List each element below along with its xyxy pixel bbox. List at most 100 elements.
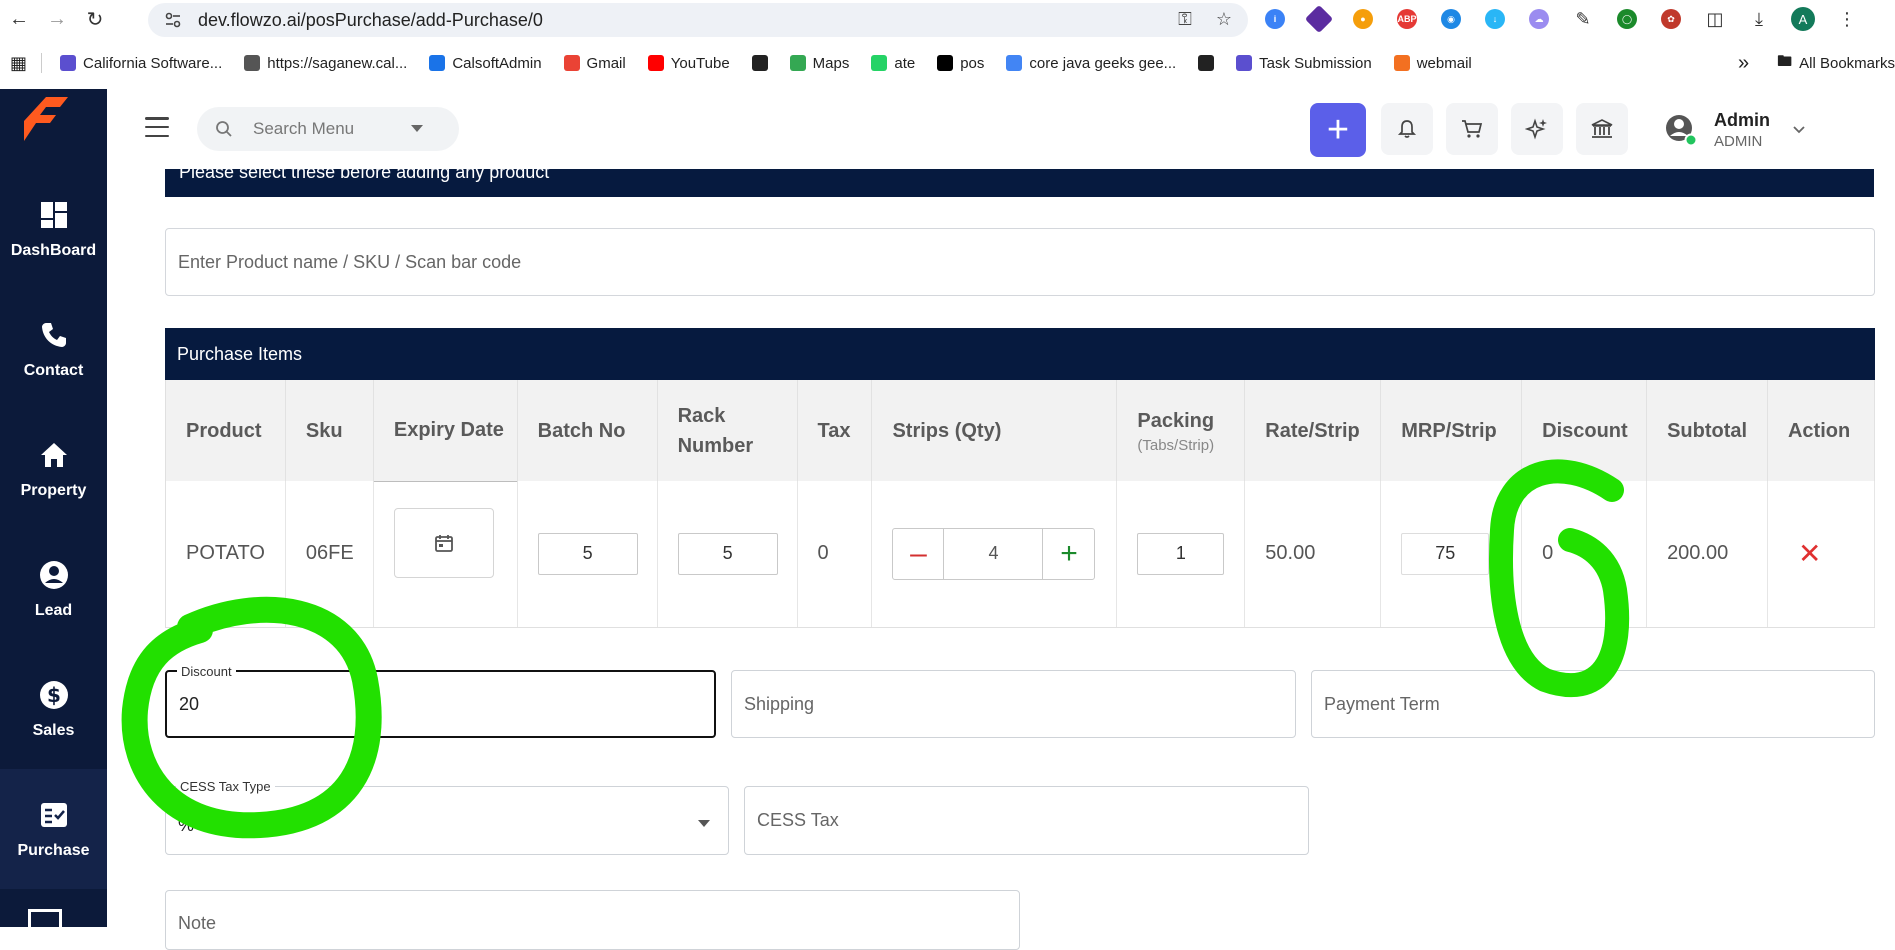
discount-field[interactable]: Discount 20: [165, 664, 716, 738]
rack-number-input[interactable]: 5: [677, 532, 778, 575]
flowzo-logo: [24, 97, 68, 141]
bookmark-item[interactable]: [751, 55, 768, 71]
bookmark-item[interactable]: [1198, 55, 1215, 71]
cess-tax-placeholder: CESS Tax: [757, 810, 839, 830]
bank-icon[interactable]: [1576, 103, 1628, 155]
discount-label: Discount: [177, 664, 236, 679]
batch-no-input[interactable]: 5: [537, 532, 638, 575]
sidebar-item-property[interactable]: Property: [0, 409, 107, 529]
decrement-button[interactable]: –: [893, 529, 943, 579]
packing-input[interactable]: 1: [1137, 532, 1225, 575]
product-search-input[interactable]: Enter Product name / SKU / Scan bar code: [165, 228, 1875, 296]
bookmark-item[interactable]: YouTube: [647, 55, 730, 72]
cell-product: POTATO: [165, 481, 286, 628]
payment-term-field[interactable]: Payment Term: [1311, 670, 1875, 738]
bookmark-label: Gmail: [586, 54, 626, 72]
hamburger-menu-icon[interactable]: [145, 117, 169, 137]
menu-icon[interactable]: ⋮: [1832, 4, 1862, 34]
bookmark-label: core java geeks gee...: [1029, 54, 1177, 72]
extension-icon[interactable]: ◯: [1612, 4, 1642, 34]
search-menu[interactable]: Search Menu: [197, 107, 459, 151]
column-header: Batch No: [517, 380, 658, 481]
chevron-down-icon[interactable]: [1792, 125, 1806, 135]
increment-button[interactable]: +: [1043, 529, 1094, 579]
bookmark-item[interactable]: ate: [871, 55, 915, 72]
column-header: Rack Number: [657, 380, 798, 481]
sidebar-item-purchase[interactable]: Purchase: [0, 769, 107, 889]
site-settings-icon[interactable]: [162, 9, 184, 31]
sparkle-ai-icon[interactable]: [1511, 103, 1563, 155]
puzzle-icon[interactable]: ◫: [1700, 4, 1730, 34]
column-header-label: Packing: [1137, 409, 1215, 432]
bookmark-star-icon[interactable]: ☆: [1216, 9, 1232, 30]
profile-avatar[interactable]: A: [1788, 4, 1818, 34]
sidebar-item-lead[interactable]: Lead: [0, 529, 107, 649]
bookmark-favicon-icon: [751, 55, 768, 71]
cell-packing: 1: [1116, 481, 1246, 628]
bookmark-favicon-icon: [937, 55, 954, 71]
bookmark-favicon-icon: [647, 55, 664, 71]
bookmark-item[interactable]: Maps: [789, 55, 849, 72]
column-header-label: Product: [186, 419, 262, 442]
bookmark-favicon-icon: [1393, 55, 1410, 71]
product-search-placeholder: Enter Product name / SKU / Scan bar code: [178, 251, 522, 272]
sidebar-item-dashboard[interactable]: DashBoard: [0, 169, 107, 289]
reload-icon[interactable]: ↻: [76, 0, 114, 38]
bookmark-item[interactable]: webmail: [1393, 55, 1472, 72]
bookmark-item[interactable]: https://saganew.cal...: [244, 55, 407, 72]
note-field[interactable]: Note: [165, 890, 1020, 950]
cess-tax-type-select[interactable]: CESS Tax Type %: [165, 779, 729, 855]
extension-icon[interactable]: [1304, 4, 1334, 34]
shipping-field[interactable]: Shipping: [731, 670, 1296, 738]
checklist-icon: [37, 798, 71, 832]
extension-icon[interactable]: ☁: [1524, 4, 1554, 34]
notifications-bell-icon[interactable]: [1381, 103, 1433, 155]
mrp-input[interactable]: 75: [1401, 532, 1490, 575]
cess-tax-field[interactable]: CESS Tax: [744, 786, 1309, 855]
sidebar-item-contact[interactable]: Contact: [0, 289, 107, 409]
bookmark-item[interactable]: California Software...: [60, 55, 222, 72]
cell-mrp: 75: [1380, 481, 1523, 628]
bookmark-favicon-icon: [1006, 55, 1023, 71]
cart-icon[interactable]: [1446, 103, 1498, 155]
bookmark-item[interactable]: CalsoftAdmin: [429, 55, 542, 72]
expiry-date-picker[interactable]: [393, 507, 494, 578]
bookmark-item[interactable]: Task Submission: [1236, 55, 1372, 72]
eyedropper-icon[interactable]: ✎: [1568, 4, 1598, 34]
extension-icon[interactable]: ◉: [1436, 4, 1466, 34]
more-menu-icon[interactable]: [28, 909, 62, 927]
sidebar-item-sales[interactable]: $ Sales: [0, 649, 107, 769]
back-icon[interactable]: ←: [0, 0, 38, 38]
extensions-bar: i ● ABP ◉ ↓ ☁ ✎ ◯ ✿ ◫ ⤓ A ⋮: [1260, 4, 1862, 34]
delete-row-icon[interactable]: ✕: [1788, 538, 1821, 569]
extension-icon[interactable]: i: [1260, 4, 1290, 34]
adblock-icon[interactable]: ABP: [1392, 4, 1422, 34]
extension-icon[interactable]: ✿: [1656, 4, 1686, 34]
purchase-items-title: Purchase Items: [177, 343, 303, 364]
quantity-input[interactable]: 4: [943, 528, 1044, 579]
forward-icon[interactable]: →: [38, 0, 76, 38]
bookmark-favicon-icon: [244, 55, 261, 71]
bookmark-item[interactable]: core java geeks gee...: [1006, 55, 1176, 72]
banner-text: Please select these before adding any pr…: [179, 169, 550, 182]
column-header: Discount: [1521, 380, 1648, 481]
password-key-icon[interactable]: ⚿: [1178, 9, 1192, 30]
more-bookmarks-icon[interactable]: »: [1738, 52, 1749, 75]
cloud-download-icon[interactable]: ↓: [1480, 4, 1510, 34]
download-icon[interactable]: ⤓: [1744, 4, 1774, 34]
table-row: POTATO 06FE 5 5 0 – 4 + 1 50.00 75 0 200…: [165, 480, 1876, 628]
search-icon: [216, 121, 232, 137]
user-menu[interactable]: Admin ADMIN: [1664, 105, 1806, 155]
user-name: Admin: [1714, 110, 1770, 130]
bookmark-item[interactable]: Gmail: [563, 54, 626, 72]
address-bar[interactable]: dev.flowzo.ai/posPurchase/add-Purchase/0…: [148, 3, 1248, 37]
sidebar-item-label: Lead: [34, 602, 73, 619]
extension-icon[interactable]: ●: [1348, 4, 1378, 34]
chevron-down-icon[interactable]: [411, 125, 423, 132]
chevron-down-icon[interactable]: [698, 820, 710, 827]
add-button[interactable]: +: [1310, 103, 1366, 157]
bookmark-item[interactable]: pos: [937, 55, 984, 72]
dashboard-icon: [37, 198, 71, 232]
all-bookmarks[interactable]: 🖿 All Bookmarks: [1777, 51, 1895, 76]
apps-icon[interactable]: ▦: [10, 53, 27, 74]
